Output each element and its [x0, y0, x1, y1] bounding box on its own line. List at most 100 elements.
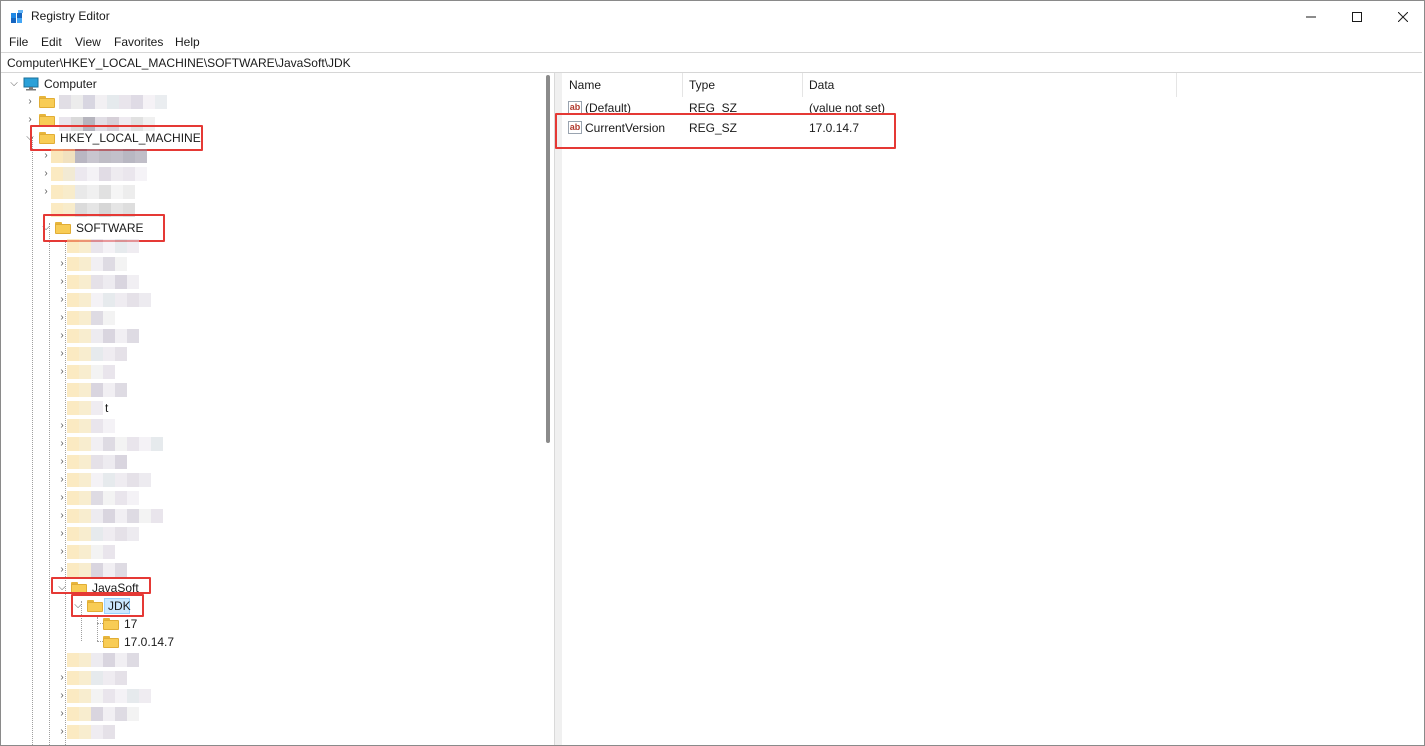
registry-editor-icon: [11, 10, 23, 23]
menu-edit[interactable]: Edit: [41, 35, 62, 49]
tree-node-blurred[interactable]: ›: [1, 309, 241, 327]
redacted-label: [67, 689, 151, 703]
redacted-label: [67, 437, 163, 451]
column-header-name[interactable]: Name: [562, 73, 683, 97]
folder-icon: [103, 636, 119, 648]
maximize-button[interactable]: [1334, 1, 1380, 32]
tree-node-blurred[interactable]: ›: [1, 687, 241, 705]
chevron-right-icon[interactable]: ›: [41, 151, 51, 161]
redacted-label: [67, 725, 115, 739]
tree-node-blurred[interactable]: [1, 381, 241, 399]
menu-help[interactable]: Help: [175, 35, 200, 49]
tree-node-blurred[interactable]: ›: [1, 435, 241, 453]
chevron-right-icon[interactable]: ›: [57, 529, 67, 539]
tree-node-blurred[interactable]: ›: [1, 525, 241, 543]
tree-node-blurred[interactable]: ›: [1, 417, 241, 435]
chevron-right-icon[interactable]: ›: [25, 97, 35, 107]
redacted-label: [51, 167, 147, 181]
tree-node-computer[interactable]: ⌵ Computer: [1, 75, 541, 93]
redacted-label: [67, 383, 127, 397]
folder-icon: [39, 96, 55, 108]
chevron-right-icon[interactable]: ›: [57, 457, 67, 467]
chevron-right-icon[interactable]: ›: [57, 691, 67, 701]
tree-scrollbar-thumb[interactable]: [546, 75, 550, 443]
folder-icon: [103, 618, 119, 630]
tree-node-blurred[interactable]: ›: [1, 363, 241, 381]
column-header-type[interactable]: Type: [682, 73, 803, 97]
tree-node-blurred[interactable]: ›: [1, 291, 241, 309]
tree-node-17[interactable]: 17: [1, 615, 541, 633]
tree-node-blurred[interactable]: ›: [1, 183, 201, 201]
minimize-button[interactable]: [1288, 1, 1334, 32]
redacted-label: [67, 473, 151, 487]
window-title: Registry Editor: [31, 9, 110, 23]
tree-node-blurred[interactable]: ›: [1, 273, 241, 291]
menu-file[interactable]: File: [9, 35, 28, 49]
chevron-right-icon[interactable]: ›: [57, 259, 67, 269]
title-bar[interactable]: Registry Editor: [1, 1, 1424, 32]
redacted-label: [67, 419, 115, 433]
tree-node-blurred[interactable]: ›: [1, 147, 201, 165]
tree-node-blurred[interactable]: [1, 237, 241, 255]
tree-node-blurred[interactable]: ›: [1, 723, 241, 741]
chevron-right-icon[interactable]: ›: [57, 313, 67, 323]
tree-node-blurred[interactable]: ›: [1, 471, 241, 489]
tree-node-blurred[interactable]: ›: [1, 327, 241, 345]
tree-node-blurred[interactable]: ›: [1, 705, 241, 723]
chevron-right-icon[interactable]: ›: [57, 295, 67, 305]
chevron-right-icon[interactable]: ›: [41, 169, 51, 179]
chevron-right-icon[interactable]: ›: [57, 331, 67, 341]
chevron-right-icon[interactable]: ›: [57, 367, 67, 377]
chevron-right-icon[interactable]: ›: [57, 709, 67, 719]
chevron-right-icon[interactable]: ›: [57, 493, 67, 503]
chevron-right-icon[interactable]: ›: [57, 565, 67, 575]
tree-node-blurred[interactable]: ›: [1, 507, 241, 525]
chevron-right-icon[interactable]: ›: [57, 547, 67, 557]
tree-label-computer: Computer: [44, 77, 97, 91]
chevron-right-icon[interactable]: ›: [41, 187, 51, 197]
menu-favorites[interactable]: Favorites: [114, 35, 163, 49]
redacted-label: [67, 509, 163, 523]
address-bar[interactable]: Computer\HKEY_LOCAL_MACHINE\SOFTWARE\Jav…: [1, 52, 1422, 73]
redacted-label: [67, 347, 127, 361]
redacted-label: [51, 185, 135, 199]
tree-node-blurred[interactable]: ›: [1, 543, 241, 561]
values-list-pane[interactable]: Name Type Data ab (Default) REG_SZ (valu…: [555, 73, 1424, 745]
highlight-box-javasoft: [51, 577, 151, 594]
redacted-label: [67, 491, 139, 505]
tree-node-blurred[interactable]: ›: [1, 255, 241, 273]
column-header-data[interactable]: Data: [802, 73, 1177, 97]
tree-scrollbar[interactable]: [543, 73, 553, 745]
address-path[interactable]: Computer\HKEY_LOCAL_MACHINE\SOFTWARE\Jav…: [7, 56, 351, 70]
chevron-right-icon[interactable]: ›: [57, 475, 67, 485]
redacted-label: [67, 653, 139, 667]
tree-node-blurred[interactable]: ›: [1, 489, 241, 507]
tree-node-blurred[interactable]: ›: [1, 453, 241, 471]
tree-node-blurred[interactable]: ›: [1, 93, 201, 111]
tree-node-blurred[interactable]: ›: [1, 669, 241, 687]
chevron-right-icon[interactable]: ›: [57, 439, 67, 449]
chevron-right-icon[interactable]: ›: [57, 421, 67, 431]
redacted-label: [59, 95, 167, 109]
chevron-right-icon[interactable]: ›: [25, 115, 35, 125]
highlight-box-currentversion: [555, 113, 896, 149]
chevron-right-icon[interactable]: ›: [57, 277, 67, 287]
tree-node-17-0-14-7[interactable]: 17.0.14.7: [1, 633, 541, 651]
chevron-down-icon[interactable]: ⌵: [9, 79, 19, 89]
close-button[interactable]: [1380, 1, 1425, 32]
key-tree-pane[interactable]: ⌵ Computer › › ⌵ HKEY_LOCAL_MACHINE › › …: [1, 73, 541, 745]
partial-label-glyph: t: [105, 401, 109, 415]
chevron-right-icon[interactable]: ›: [57, 349, 67, 359]
tree-node-blurred[interactable]: t: [1, 399, 241, 417]
redacted-label: [67, 707, 139, 721]
redacted-label: [67, 527, 139, 541]
chevron-right-icon[interactable]: ›: [57, 727, 67, 737]
tree-node-blurred[interactable]: ›: [1, 165, 201, 183]
redacted-label: [67, 311, 115, 325]
chevron-right-icon[interactable]: ›: [57, 511, 67, 521]
redacted-label: [67, 671, 127, 685]
tree-node-blurred[interactable]: ›: [1, 345, 241, 363]
menu-view[interactable]: View: [75, 35, 101, 49]
tree-node-blurred[interactable]: [1, 651, 241, 669]
chevron-right-icon[interactable]: ›: [57, 673, 67, 683]
